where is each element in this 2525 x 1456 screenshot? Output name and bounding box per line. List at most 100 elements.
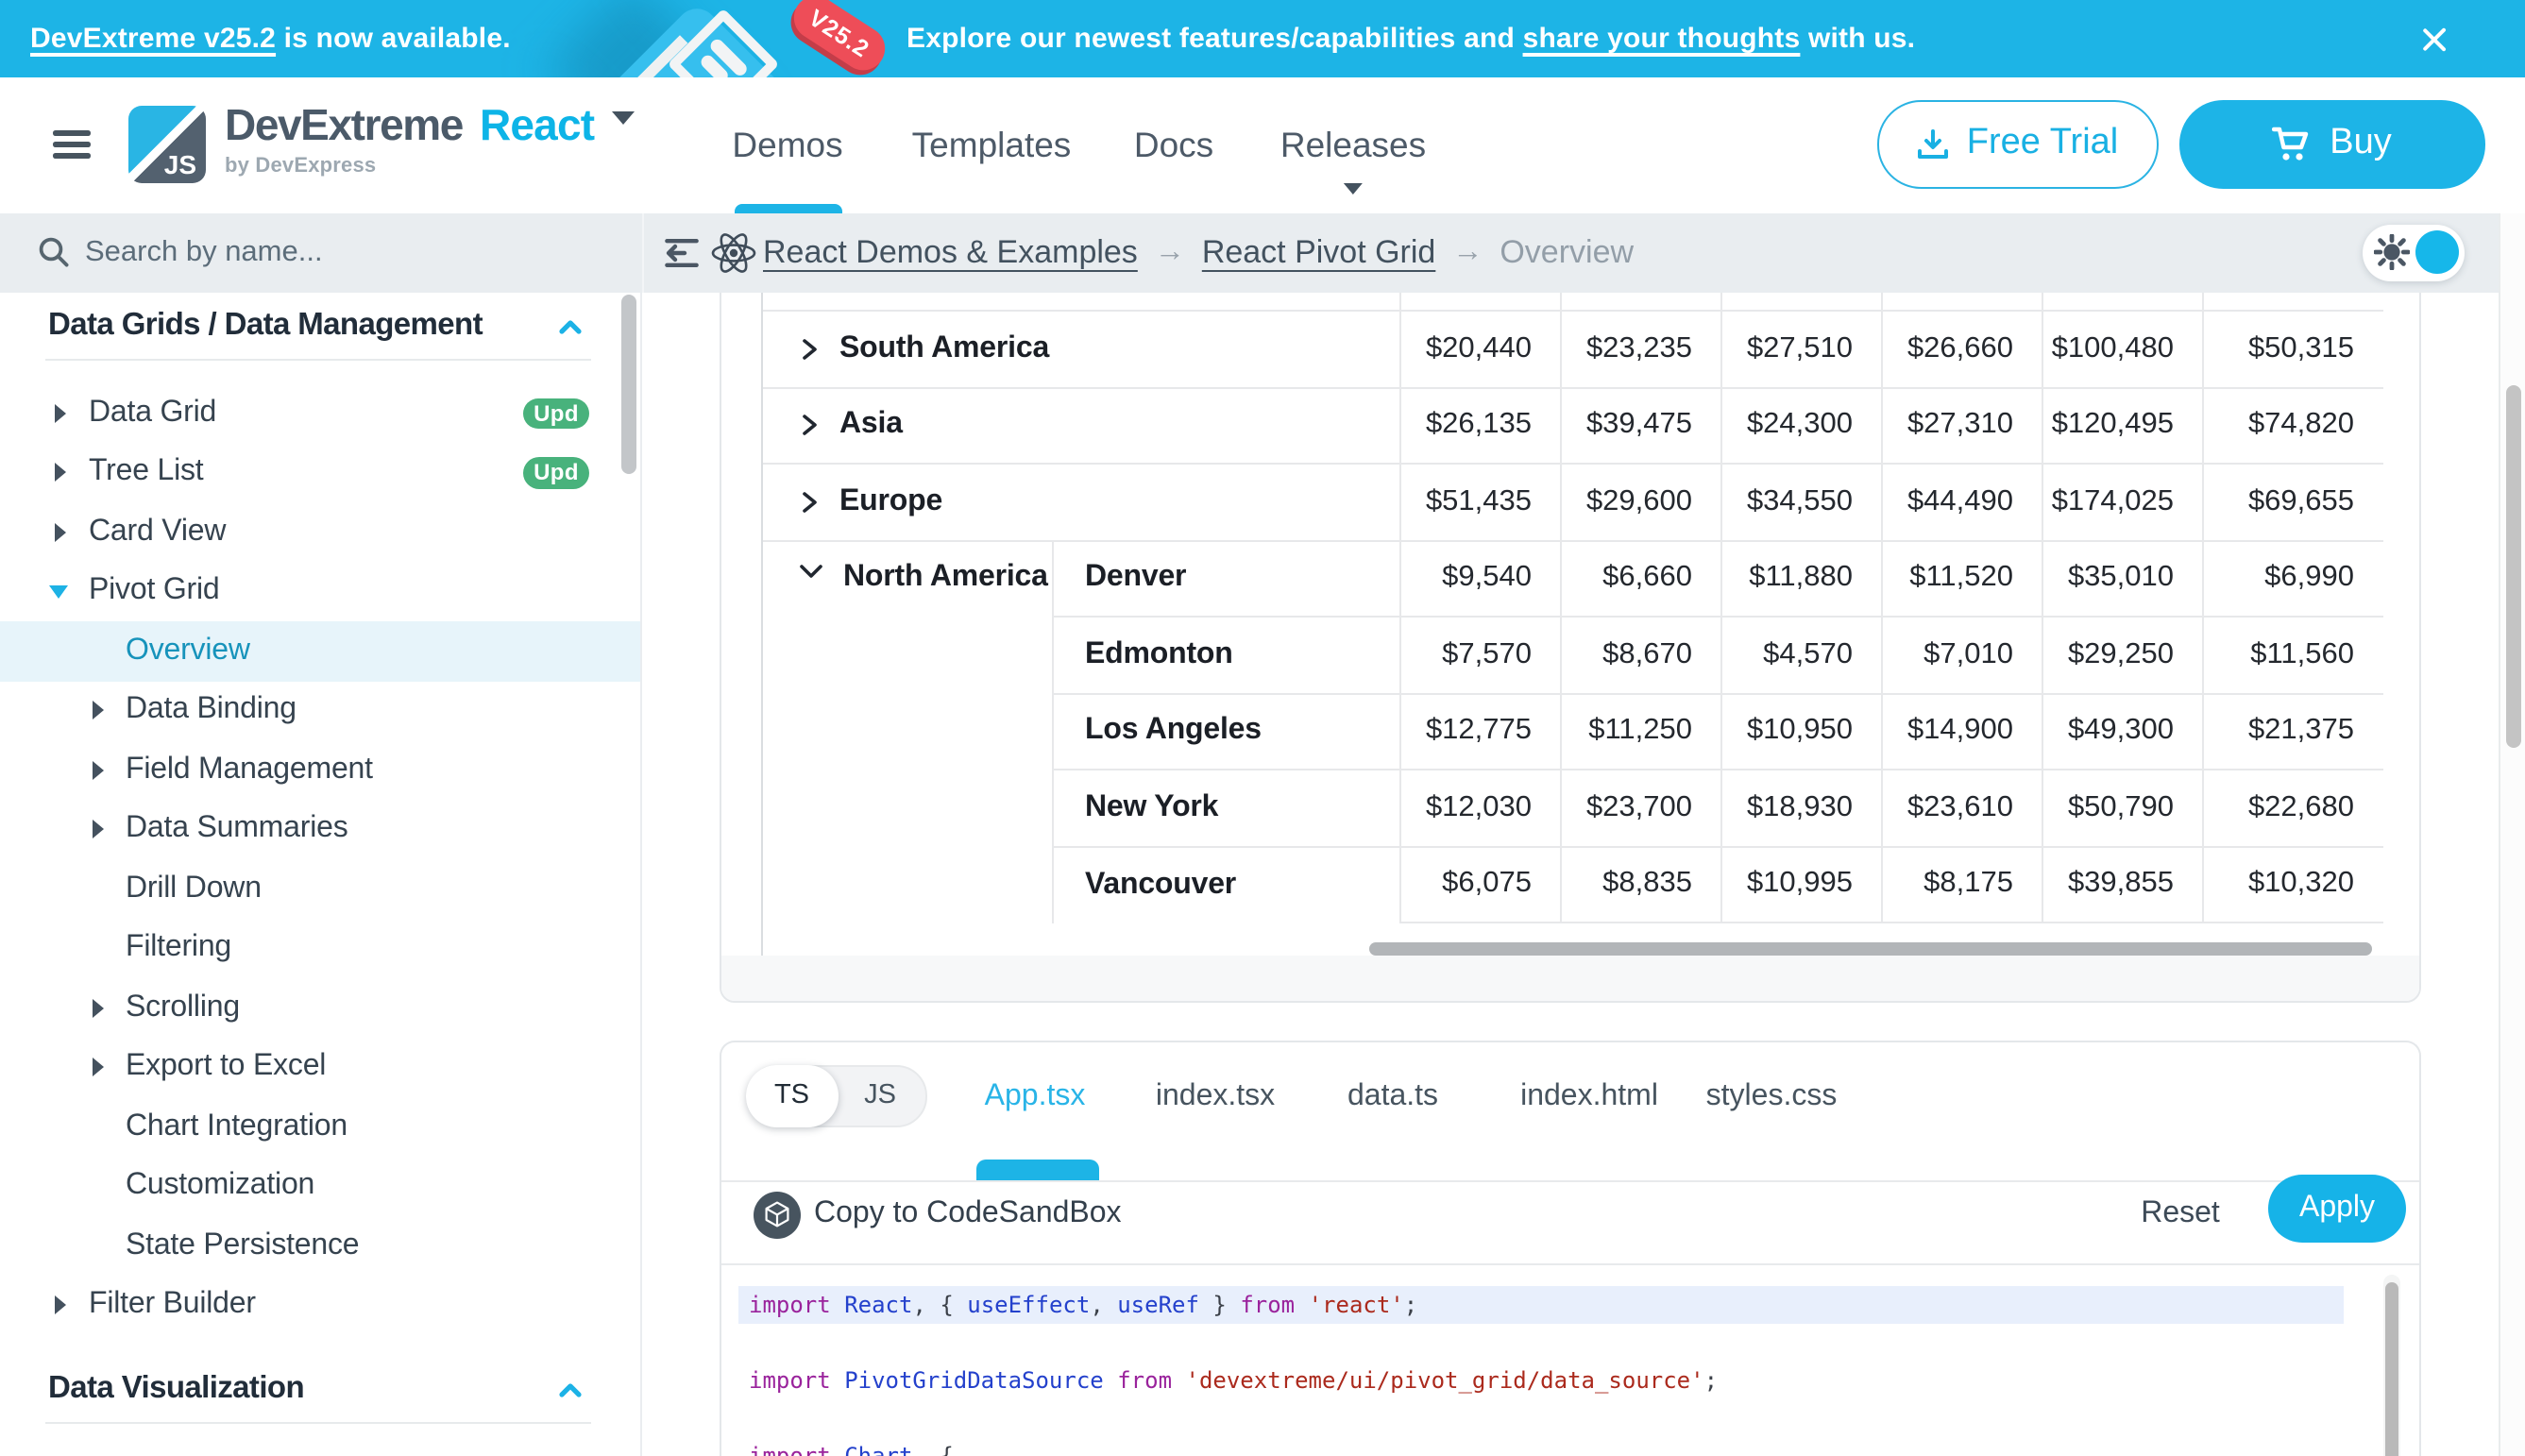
- sidebar-item-scrolling[interactable]: Scrolling: [0, 978, 640, 1038]
- banner-version-link[interactable]: DevExtreme v25.2: [30, 23, 276, 55]
- breadcrumb-demos-link[interactable]: React Demos & Examples: [763, 234, 1138, 272]
- nav-templates[interactable]: Templates: [912, 77, 1072, 212]
- download-icon: [1918, 128, 1950, 161]
- apply-button[interactable]: Apply: [2268, 1174, 2406, 1242]
- pivot-row-south-america: South America: [762, 312, 1398, 388]
- brand-block[interactable]: DevExtreme React by DevExpress: [225, 100, 634, 177]
- collapse-sidebar-icon[interactable]: [665, 237, 699, 267]
- sidebar-item-pivot-grid[interactable]: Pivot Grid: [0, 562, 640, 621]
- sidebar-item-data-grid[interactable]: Data GridUpd: [0, 383, 640, 443]
- sidebar-item-filter-builder[interactable]: Filter Builder: [0, 1276, 640, 1335]
- sidebar-item-tree-list[interactable]: Tree ListUpd: [0, 443, 640, 502]
- devextreme-logo[interactable]: JS: [128, 106, 206, 183]
- pivot-value-cell: $18,930: [1720, 770, 1881, 847]
- pivot-value-cell: $26,660: [1881, 312, 2042, 388]
- tab-styles-css[interactable]: styles.css: [1706, 1042, 1838, 1150]
- sidebar-item-drill-down[interactable]: Drill Down: [0, 859, 640, 919]
- theme-toggle[interactable]: [2362, 224, 2465, 280]
- sidebar-item-overview[interactable]: Overview: [0, 621, 640, 681]
- expand-arrow-icon: [55, 523, 66, 542]
- demo-preview-card: South America$20,440$23,235$27,510$26,66…: [720, 293, 2420, 1003]
- pivot-value-cell: $50,790: [2042, 770, 2202, 847]
- nav-releases[interactable]: Releases: [1280, 77, 1426, 212]
- sidebar-item-data-binding[interactable]: Data Binding: [0, 681, 640, 740]
- pivot-value-cell: $51,435: [1398, 465, 1560, 541]
- demo-main: South America$20,440$23,235$27,510$26,66…: [642, 293, 2499, 1456]
- pivot-value-cell: $10,995: [1720, 847, 1881, 923]
- pivot-value-cell: $9,540: [1398, 541, 1560, 618]
- expand-row-icon[interactable]: [798, 491, 819, 514]
- pivot-value-cell: $27,310: [1881, 388, 2042, 465]
- hamburger-menu-icon[interactable]: [53, 130, 91, 159]
- tab-data-ts[interactable]: data.ts: [1347, 1042, 1438, 1150]
- expand-row-icon[interactable]: [798, 338, 819, 361]
- tab-app-tsx[interactable]: App.tsx: [985, 1042, 1086, 1150]
- updated-badge: Upd: [523, 457, 589, 488]
- banner-logo-art: V25.2: [567, 0, 944, 77]
- pivot-value-cell: $11,520: [1881, 541, 2042, 618]
- pivot-value-cell: $44,490: [1881, 465, 2042, 541]
- breadcrumb-pivot-grid-link[interactable]: React Pivot Grid: [1202, 234, 1436, 272]
- language-toggle[interactable]: TS JS: [746, 1065, 927, 1126]
- page-scrollbar-thumb[interactable]: [2505, 384, 2520, 748]
- pivot-value-cell: $7,570: [1398, 618, 1560, 694]
- pivot-value-cell: $11,560: [2202, 618, 2382, 694]
- expand-row-icon[interactable]: [798, 415, 819, 437]
- pivot-value-cell: $8,175: [1881, 847, 2042, 923]
- banner-message: DevExtreme v25.2 is now available.: [30, 0, 511, 77]
- site-header: JS DevExtreme React by DevExpress Demos …: [0, 77, 2525, 212]
- version-badge: V25.2: [786, 0, 893, 77]
- pivot-value-cell: $4,570: [1720, 618, 1881, 694]
- code-scrollbar[interactable]: [2382, 1275, 2400, 1456]
- sidebar-item-filtering[interactable]: Filtering: [0, 919, 640, 978]
- pivot-value-cell: $12,030: [1398, 770, 1560, 847]
- nav-docs[interactable]: Docs: [1134, 77, 1213, 212]
- pivot-row-edmonton: Edmonton: [1052, 618, 1398, 694]
- updated-badge: Upd: [523, 398, 589, 429]
- copy-to-codesandbox-button[interactable]: Copy to CodeSandBox: [814, 1181, 1122, 1247]
- pivot-row-denver: Denver: [1052, 541, 1398, 618]
- buy-button[interactable]: Buy: [2178, 100, 2484, 188]
- sidebar-item-export-to-excel[interactable]: Export to Excel: [0, 1038, 640, 1097]
- collapse-row-icon[interactable]: [798, 560, 822, 581]
- pivot-value-cell: $50,315: [2202, 312, 2382, 388]
- code-editor[interactable]: import React, { useEffect, useRef } from…: [721, 1264, 2418, 1456]
- sidebar-section-data-grids-data-management[interactable]: Data Grids / Data Management: [0, 293, 640, 359]
- pivot-value-cell: $49,300: [2042, 694, 2202, 770]
- sidebar-item-card-view[interactable]: Card View: [0, 502, 640, 562]
- language-alternate[interactable]: JS: [835, 1067, 925, 1125]
- platform-caret-icon[interactable]: [611, 111, 634, 125]
- breadcrumb-separator: →: [1452, 236, 1483, 270]
- close-icon[interactable]: [2419, 24, 2449, 54]
- code-line: [738, 1323, 2344, 1361]
- breadcrumb-separator: →: [1155, 236, 1185, 270]
- free-trial-button[interactable]: Free Trial: [1877, 100, 2159, 188]
- code-line: [738, 1398, 2344, 1436]
- pivot-row-vancouver: Vancouver: [1052, 847, 1398, 923]
- pivot-value-cell: $29,600: [1560, 465, 1720, 541]
- releases-caret-icon: [1344, 182, 1363, 194]
- pivot-horizontal-scrollbar[interactable]: [1368, 941, 2372, 955]
- tab-index-tsx[interactable]: index.tsx: [1156, 1042, 1275, 1150]
- expand-arrow-icon: [93, 999, 104, 1018]
- sidebar-item-state-persistence[interactable]: State Persistence: [0, 1216, 640, 1276]
- share-thoughts-link[interactable]: share your thoughts: [1523, 23, 1801, 55]
- promo-banner: DevExtreme v25.2 is now available. V25.2…: [0, 0, 2525, 77]
- nav-demos[interactable]: Demos: [732, 77, 842, 212]
- sun-icon: [2373, 234, 2409, 270]
- sidebar-item-chart-integration[interactable]: Chart Integration: [0, 1097, 640, 1157]
- reset-button[interactable]: Reset: [2141, 1181, 2220, 1247]
- pivot-value-cell: $11,250: [1560, 694, 1720, 770]
- code-line: import React, { useEffect, useRef } from…: [738, 1285, 2344, 1323]
- pivot-value-cell: $6,990: [2202, 541, 2382, 618]
- expand-arrow-icon: [93, 821, 104, 839]
- sidebar-item-data-summaries[interactable]: Data Summaries: [0, 800, 640, 859]
- sidebar-scrollbar[interactable]: [621, 295, 636, 474]
- tab-index-html[interactable]: index.html: [1520, 1042, 1658, 1150]
- page-scrollbar[interactable]: [2499, 212, 2525, 1456]
- sidebar-section-data-visualization[interactable]: Data Visualization: [0, 1356, 640, 1422]
- sidebar-item-field-management[interactable]: Field Management: [0, 740, 640, 800]
- language-selected[interactable]: TS: [746, 1065, 838, 1126]
- sidebar-item-customization[interactable]: Customization: [0, 1157, 640, 1216]
- sidebar-search[interactable]: Search by name...: [0, 212, 642, 293]
